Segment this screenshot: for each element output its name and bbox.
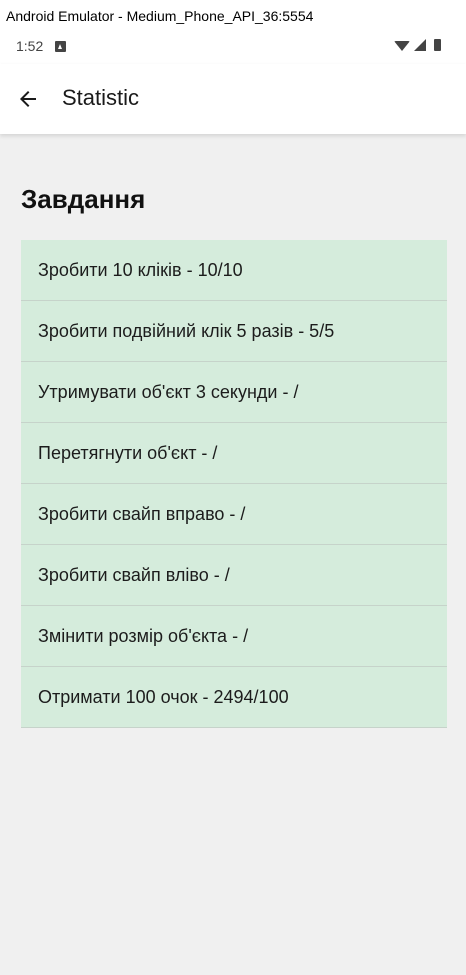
- window-title-bar: Android Emulator - Medium_Phone_API_36:5…: [0, 0, 466, 30]
- task-item: Зробити свайп вправо - /: [21, 484, 447, 545]
- signal-icon: [414, 39, 426, 51]
- status-time: 1:52: [16, 38, 44, 54]
- arrow-left-icon: [20, 91, 36, 107]
- app-bar: Statistic: [0, 64, 466, 134]
- task-item: Зробити 10 кліків - 10/10: [21, 240, 447, 301]
- section-title: Завдання: [21, 184, 146, 214]
- status-icons: [394, 39, 441, 51]
- task-item: Зробити свайп вліво - /: [21, 545, 447, 606]
- status-bar: 1:52: [0, 30, 466, 64]
- wifi-icon: [394, 41, 410, 51]
- back-button[interactable]: [10, 81, 46, 117]
- task-item: Зробити подвійний клік 5 разів - 5/5: [21, 301, 447, 362]
- notification-icon: [55, 41, 66, 52]
- task-list: Зробити 10 кліків - 10/10 Зробити подвій…: [21, 240, 447, 728]
- task-item: Отримати 100 очок - 2494/100: [21, 667, 447, 728]
- task-item: Утримувати об'єкт 3 секунди - /: [21, 362, 447, 423]
- task-item: Змінити розмір об'єкта - /: [21, 606, 447, 667]
- page-title: Statistic: [62, 85, 140, 110]
- task-item: Перетягнути об'єкт - /: [21, 423, 447, 484]
- battery-icon: [434, 39, 441, 51]
